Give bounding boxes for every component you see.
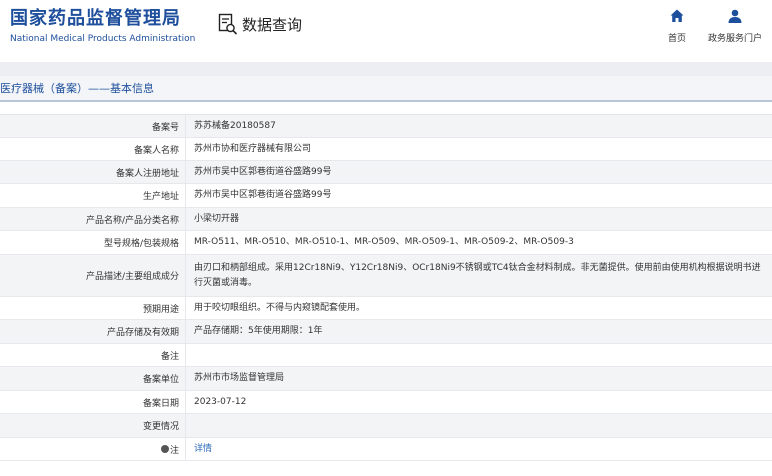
table-row: 注 详情 bbox=[0, 438, 772, 461]
table-row: 产品描述/主要组成成分 由刃口和柄部组成。采用12Cr18Ni9、Y12Cr18… bbox=[0, 255, 772, 297]
row-value: 苏州市吴中区郭巷街道谷盛路99号 bbox=[194, 166, 332, 177]
table-row: 生产地址 苏州市吴中区郭巷街道谷盛路99号 bbox=[0, 184, 772, 208]
row-label: 预期用途 bbox=[0, 297, 186, 319]
row-label: 产品名称/产品分类名称 bbox=[0, 208, 186, 230]
site-logo[interactable]: 国家药品监督管理局 National Medical Products Admi… bbox=[10, 8, 195, 44]
row-value: 2023-07-12 bbox=[194, 396, 247, 407]
top-nav: 首页 政务服务门户 bbox=[646, 8, 762, 44]
row-value bbox=[186, 414, 772, 437]
detail-table: 备案号 苏苏械备20180587 备案人名称 苏州市协和医疗器械有限公司 备案人… bbox=[0, 114, 772, 461]
table-row: 备案号 苏苏械备20180587 bbox=[0, 115, 772, 138]
row-label: 生产地址 bbox=[0, 184, 186, 207]
row-value: 苏州市市场监督管理局 bbox=[194, 373, 285, 383]
note-label: 注 bbox=[169, 445, 179, 456]
row-label: 备注 bbox=[0, 344, 186, 366]
nav-service-portal[interactable]: 政务服务门户 bbox=[708, 8, 762, 44]
row-label: 产品描述/主要组成成分 bbox=[0, 255, 186, 296]
table-row: 备案单位 苏州市市场监督管理局 bbox=[0, 367, 772, 391]
nav-home-label: 首页 bbox=[667, 34, 686, 44]
row-label: 备案人名称 bbox=[0, 138, 186, 160]
details-link[interactable]: 详情 bbox=[186, 438, 772, 460]
row-value: 苏苏械备20180587 bbox=[194, 120, 276, 131]
table-row: 备案人名称 苏州市协和医疗器械有限公司 bbox=[0, 138, 772, 161]
table-row: 备案日期 2023-07-12 bbox=[0, 391, 772, 414]
nav-home[interactable]: 首页 bbox=[668, 8, 686, 44]
row-value: 小梁切开器 bbox=[194, 213, 240, 224]
row-label: 备案日期 bbox=[0, 391, 186, 413]
logo-title-cn: 国家药品监督管理局 bbox=[10, 8, 181, 29]
row-label: 型号规格/包装规格 bbox=[0, 231, 186, 254]
row-value: 用于咬切眼组织。不得与内窥镜配套使用。 bbox=[194, 302, 366, 313]
header-divider-band bbox=[0, 62, 772, 76]
nav-service-portal-label: 政务服务门户 bbox=[707, 34, 762, 44]
table-row: 产品存储及有效期 产品存储期：5年使用期限：1年 bbox=[0, 320, 772, 344]
table-row: 备案人注册地址 苏州市吴中区郭巷街道谷盛路99号 bbox=[0, 161, 772, 184]
row-label: 备案单位 bbox=[0, 367, 186, 390]
row-label: 变更情况 bbox=[0, 414, 186, 437]
data-query-title: 数据查询 bbox=[218, 13, 302, 35]
data-query-label: 数据查询 bbox=[242, 15, 303, 34]
row-label: 注 bbox=[0, 438, 186, 460]
table-row: 预期用途 用于咬切眼组织。不得与内窥镜配套使用。 bbox=[0, 297, 772, 320]
home-icon bbox=[670, 9, 684, 22]
document-search-icon bbox=[218, 13, 238, 35]
table-row: 产品名称/产品分类名称 小梁切开器 bbox=[0, 208, 772, 231]
row-value: 由刃口和柄部组成。采用12Cr18Ni9、Y12Cr18Ni9、OCr18Ni9… bbox=[194, 262, 761, 288]
table-row: 变更情况 bbox=[0, 414, 772, 438]
table-row: 备注 bbox=[0, 344, 772, 367]
row-value bbox=[186, 344, 772, 366]
logo-title-en: National Medical Products Administration bbox=[10, 34, 196, 44]
row-value: 产品存储期：5年使用期限：1年 bbox=[194, 326, 323, 336]
row-value: MR-O511、MR-O510、MR-O510-1、MR-O509、MR-O50… bbox=[194, 237, 574, 247]
site-header: 国家药品监督管理局 National Medical Products Admi… bbox=[0, 0, 772, 62]
note-icon bbox=[160, 445, 169, 453]
user-icon bbox=[728, 9, 742, 23]
row-value: 苏州市协和医疗器械有限公司 bbox=[194, 143, 312, 154]
row-label: 产品存储及有效期 bbox=[0, 320, 186, 343]
row-label: 备案号 bbox=[0, 115, 186, 137]
row-value: 苏州市吴中区郭巷街道谷盛路99号 bbox=[194, 190, 332, 200]
section-title: 医疗器械（备案）——基本信息 bbox=[0, 76, 772, 102]
row-label: 备案人注册地址 bbox=[0, 161, 186, 183]
table-row: 型号规格/包装规格 MR-O511、MR-O510、MR-O510-1、MR-O… bbox=[0, 231, 772, 255]
